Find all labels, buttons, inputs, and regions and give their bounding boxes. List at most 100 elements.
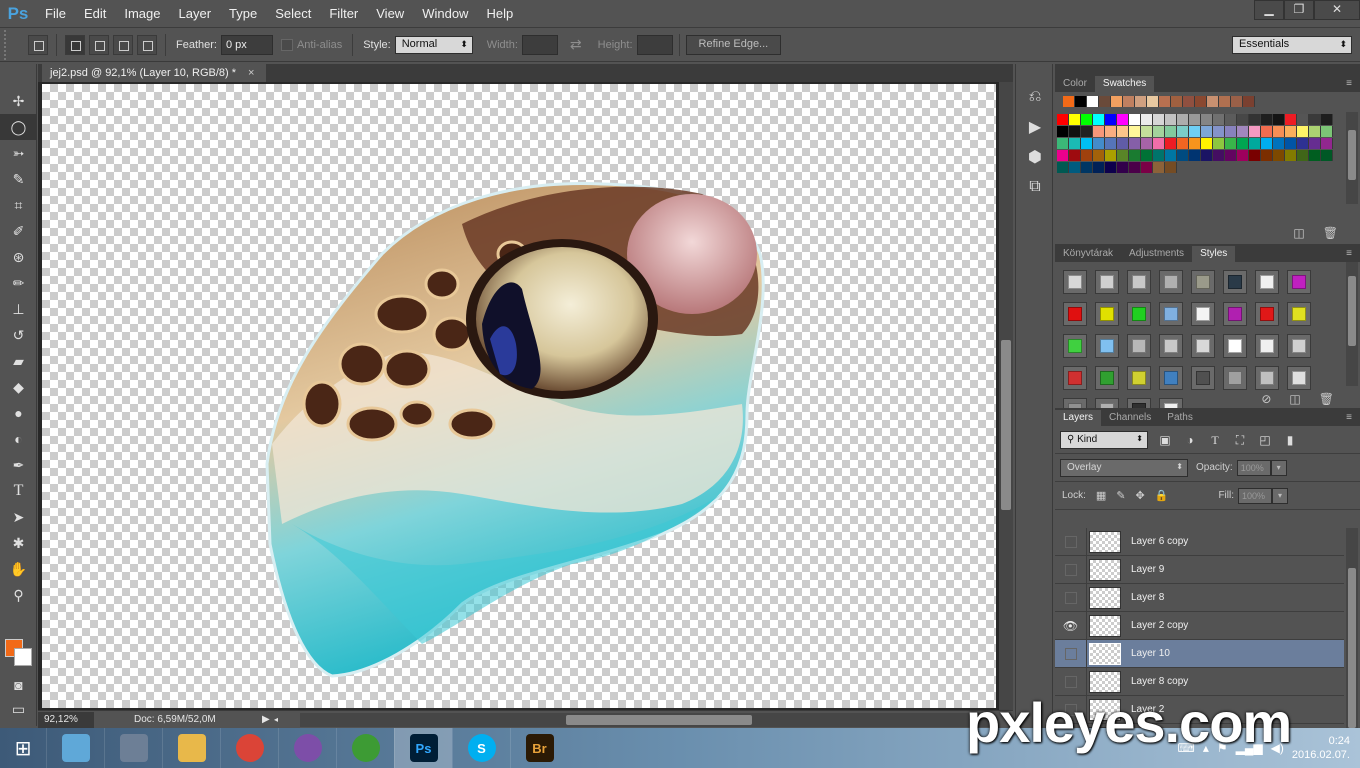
color-swatch[interactable] — [1129, 150, 1141, 161]
quick-selection-tool-icon[interactable]: ✎ — [0, 166, 37, 192]
layer-thumbnail[interactable] — [1089, 642, 1121, 665]
recent-swatch[interactable] — [1075, 96, 1087, 107]
style-preset[interactable] — [1127, 398, 1151, 408]
color-swatch[interactable] — [1201, 114, 1213, 125]
marquee-tool-preset-icon[interactable] — [28, 34, 48, 55]
move-tool-icon[interactable]: ✢ — [0, 88, 37, 114]
style-preset[interactable] — [1063, 398, 1087, 408]
refine-edge-button[interactable]: Refine Edge... — [685, 34, 782, 55]
color-swatch[interactable] — [1093, 114, 1105, 125]
recent-swatch[interactable] — [1195, 96, 1207, 107]
color-swatch[interactable] — [1129, 162, 1141, 173]
color-swatch[interactable] — [1213, 150, 1225, 161]
color-swatch[interactable] — [1177, 138, 1189, 149]
style-preset[interactable] — [1095, 270, 1119, 294]
style-preset[interactable] — [1223, 334, 1247, 358]
color-swatch[interactable] — [1189, 114, 1201, 125]
color-swatch[interactable] — [1153, 126, 1165, 137]
spot-healing-tool-icon[interactable]: ⊛ — [0, 244, 37, 270]
paint-bucket-tool-icon[interactable]: ◆ — [0, 374, 37, 400]
layer-name[interactable]: Layer 9 — [1131, 564, 1164, 575]
pixel-filter-icon[interactable]: ▣ — [1157, 432, 1173, 448]
color-swatch[interactable] — [1057, 162, 1069, 173]
color-swatch[interactable] — [1105, 150, 1117, 161]
taskbar-app[interactable]: S — [452, 728, 510, 768]
layer-name[interactable]: Layer 8 copy — [1131, 676, 1188, 687]
color-swatch[interactable] — [1177, 126, 1189, 137]
style-preset[interactable] — [1191, 366, 1215, 390]
color-swatch[interactable] — [1165, 162, 1177, 173]
style-preset[interactable] — [1063, 366, 1087, 390]
recent-swatch[interactable] — [1111, 96, 1123, 107]
color-swatch[interactable] — [1261, 114, 1273, 125]
tab-layers[interactable]: Layers — [1055, 410, 1102, 426]
menu-window[interactable]: Window — [413, 0, 477, 28]
recent-swatch[interactable] — [1123, 96, 1135, 107]
layer-visibility-toggle[interactable]: 👁 — [1055, 611, 1087, 640]
style-preset[interactable] — [1127, 366, 1151, 390]
color-swatch[interactable] — [1297, 138, 1309, 149]
lock-transparent-icon[interactable]: ▦ — [1096, 489, 1106, 502]
eyedropper-tool-icon[interactable]: ✐ — [0, 218, 37, 244]
menu-type[interactable]: Type — [220, 0, 266, 28]
smart-object-filter-icon[interactable]: ◰ — [1257, 432, 1273, 448]
layer-name[interactable]: Layer 10 — [1131, 648, 1170, 659]
minimize-button[interactable]: ▁ — [1254, 0, 1284, 20]
actions-panel-icon[interactable]: ▶ — [1016, 112, 1054, 142]
recent-swatch[interactable] — [1063, 96, 1075, 107]
canvas-horizontal-scrollbar[interactable] — [300, 712, 990, 727]
layer-name[interactable]: Layer 2 copy — [1131, 620, 1188, 631]
style-preset[interactable] — [1063, 302, 1087, 326]
windows-start-icon[interactable]: ⊞ — [0, 728, 46, 768]
swap-icon[interactable]: ⇄ — [570, 36, 582, 53]
color-swatch[interactable] — [1141, 150, 1153, 161]
filter-kind-select[interactable]: ⚲ Kind ⬍ — [1060, 430, 1148, 449]
blend-mode-select[interactable]: Overlay ⬍ — [1060, 458, 1188, 477]
style-preset[interactable] — [1095, 366, 1119, 390]
layer-row[interactable]: 👁 Layer 2 copy — [1055, 611, 1344, 640]
layer-thumbnail[interactable] — [1089, 586, 1121, 609]
quick-mask-icon[interactable]: ◙ — [0, 672, 37, 698]
layer-thumbnail[interactable] — [1089, 558, 1121, 581]
color-swatch[interactable] — [1225, 150, 1237, 161]
color-swatch[interactable] — [1297, 114, 1309, 125]
recent-swatch[interactable] — [1219, 96, 1231, 107]
color-swatch[interactable] — [1117, 126, 1129, 137]
chevron-down-icon[interactable]: ▾ — [1270, 459, 1287, 476]
new-style-icon[interactable]: ◫ — [1289, 392, 1300, 406]
tab-styles[interactable]: Styles — [1192, 246, 1236, 262]
pen-tool-icon[interactable]: ✒ — [0, 452, 37, 478]
style-preset[interactable] — [1095, 302, 1119, 326]
layer-name[interactable]: Layer 6 copy — [1131, 536, 1188, 547]
style-preset[interactable] — [1063, 270, 1087, 294]
recent-swatch[interactable] — [1207, 96, 1219, 107]
color-swatch[interactable] — [1069, 162, 1081, 173]
recent-swatch[interactable] — [1183, 96, 1195, 107]
background-color-swatch[interactable] — [14, 648, 32, 666]
color-swatch[interactable] — [1189, 126, 1201, 137]
taskbar-app[interactable] — [220, 728, 278, 768]
color-swatch[interactable] — [1225, 114, 1237, 125]
canvas-vertical-scrollbar[interactable] — [999, 82, 1013, 710]
style-preset[interactable] — [1223, 302, 1247, 326]
style-preset[interactable] — [1095, 398, 1119, 408]
layer-name[interactable]: Layer 8 — [1131, 592, 1164, 603]
color-swatch[interactable] — [1249, 126, 1261, 137]
color-swatch[interactable] — [1273, 138, 1285, 149]
color-swatch[interactable] — [1165, 126, 1177, 137]
add-to-selection-icon[interactable] — [89, 34, 109, 55]
history-brush-tool-icon[interactable]: ↺ — [0, 322, 37, 348]
width-input[interactable] — [521, 34, 558, 55]
styles-scrollbar[interactable] — [1346, 262, 1358, 386]
color-swatch[interactable] — [1297, 126, 1309, 137]
dodge-tool-icon[interactable]: ◐ — [0, 426, 37, 452]
layer-visibility-toggle[interactable] — [1055, 527, 1087, 556]
color-swatch[interactable] — [1213, 126, 1225, 137]
menu-file[interactable]: File — [36, 0, 75, 28]
color-swatch[interactable] — [1321, 138, 1333, 149]
panel-menu-icon[interactable]: ≡ — [1346, 246, 1360, 262]
style-preset[interactable] — [1287, 302, 1311, 326]
color-swatch[interactable] — [1117, 162, 1129, 173]
style-preset[interactable] — [1255, 270, 1279, 294]
adjustment-filter-icon[interactable]: ◑ — [1182, 432, 1198, 448]
